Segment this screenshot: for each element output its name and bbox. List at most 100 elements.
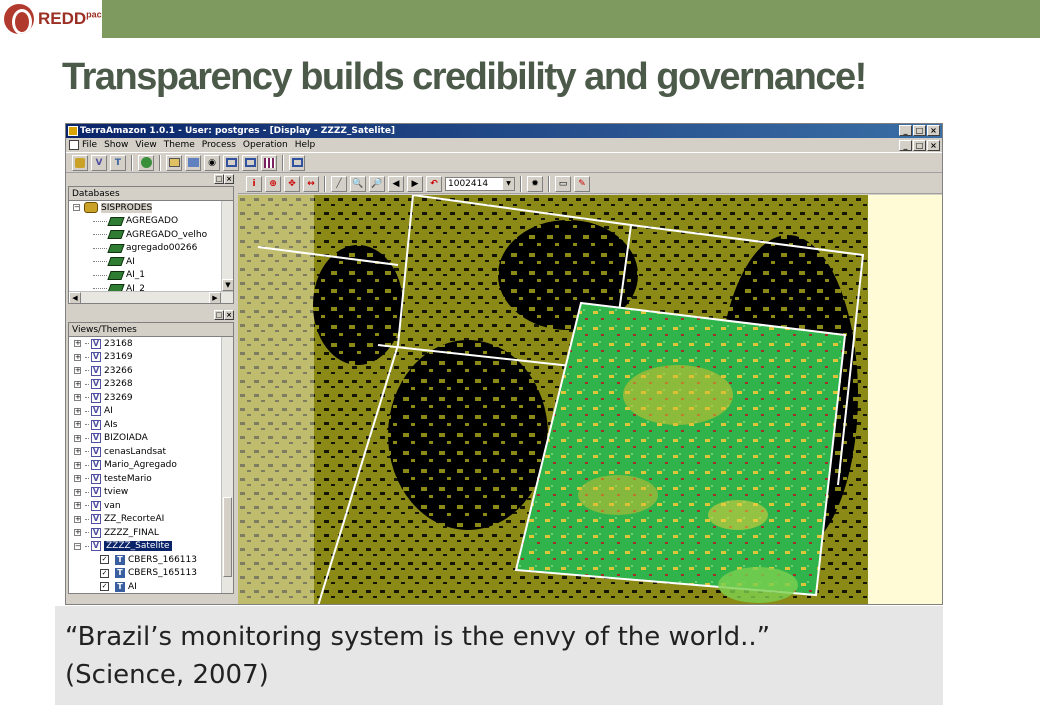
grid-icon[interactable] [185, 154, 201, 171]
theme-t-icon[interactable]: T [110, 154, 126, 171]
tree-row-sisprodes[interactable]: − SISPRODES [73, 201, 233, 215]
back-icon[interactable]: ◀ [388, 175, 404, 192]
panel-restore-button[interactable]: □ [214, 174, 224, 184]
view-item[interactable]: + VtesteMario [74, 472, 233, 486]
tree-row-layer[interactable]: AI_1 [73, 269, 233, 283]
close-button[interactable]: × [927, 125, 940, 136]
doc-close-button[interactable]: × [927, 140, 940, 151]
draw-line-icon[interactable]: ╱ [331, 175, 347, 192]
expand-icon[interactable]: + [74, 353, 81, 361]
view-item[interactable]: + VcenasLandsat [74, 445, 233, 459]
view-item[interactable]: + V 23266 [74, 364, 233, 378]
table-icon[interactable] [166, 154, 182, 171]
view-v-icon[interactable]: V [91, 154, 107, 171]
view-item[interactable]: + V AI [74, 405, 233, 419]
document-icon[interactable] [69, 140, 79, 150]
expand-icon[interactable]: + [74, 475, 81, 483]
view-item[interactable]: + V 23268 [74, 378, 233, 392]
collapse-icon[interactable]: − [73, 204, 80, 212]
database-icon[interactable] [72, 154, 88, 171]
panel-restore-button[interactable]: □ [214, 310, 224, 320]
expand-icon[interactable]: + [74, 529, 81, 537]
theme-checkbox[interactable]: ✓ [100, 568, 109, 578]
window-titlebar[interactable]: TerraAmazon 1.0.1 - User: postgres - [Di… [66, 124, 942, 138]
window2-icon[interactable] [242, 154, 258, 171]
scroll-thumb[interactable] [223, 497, 232, 577]
view-item[interactable]: + V BIZOIADA [74, 432, 233, 446]
databases-horizontal-scrollbar[interactable]: ◀ ▶ [69, 291, 233, 303]
menu-process[interactable]: Process [202, 140, 236, 150]
menu-file[interactable]: File [82, 140, 97, 150]
undo-icon[interactable]: ↶ [426, 175, 442, 192]
expand-icon[interactable]: + [74, 502, 81, 510]
expand-icon[interactable]: + [74, 448, 81, 456]
expand-icon[interactable]: − [74, 542, 81, 550]
tree-row-layer[interactable]: agregado00266 [73, 242, 233, 256]
scroll-left-arrow[interactable]: ◀ [69, 292, 81, 303]
distance-icon[interactable]: ↔ [303, 175, 319, 192]
map-canvas[interactable] [238, 195, 942, 604]
view-item[interactable]: + V 23269 [74, 391, 233, 405]
expand-icon[interactable]: + [74, 340, 81, 348]
database-icon [84, 202, 98, 214]
view-item[interactable]: + V Mario_Agregado [74, 459, 233, 473]
zoom-out-icon[interactable]: 🔎 [369, 175, 385, 192]
expand-icon[interactable]: + [74, 434, 81, 442]
expand-icon[interactable]: + [74, 515, 81, 523]
scale-combobox[interactable]: 1002414 [445, 176, 515, 191]
expand-icon[interactable]: + [74, 394, 81, 402]
window-icon[interactable] [223, 154, 239, 171]
pan-icon[interactable]: ✥ [284, 175, 300, 192]
view-item[interactable]: − V ZZZZ_Satelite [74, 540, 233, 554]
columns-icon[interactable] [261, 154, 277, 171]
theme-item[interactable]: ✓ T CBERS_165113 [74, 567, 233, 581]
expand-icon[interactable]: + [74, 367, 81, 375]
view-item[interactable]: + V ZZ_RecorteAI [74, 513, 233, 527]
menu-theme[interactable]: Theme [164, 140, 195, 150]
info-icon[interactable]: i [246, 175, 262, 192]
panel-close-button[interactable]: × [224, 174, 234, 184]
globe-icon[interactable] [138, 154, 154, 171]
theme-item[interactable]: ✓ T CBERS_166113 [74, 553, 233, 567]
expand-icon[interactable]: + [74, 461, 81, 469]
edit-icon[interactable]: ✎ [574, 175, 590, 192]
view-item[interactable]: + V 23168 [74, 337, 233, 351]
view-item[interactable]: + Vtview [74, 486, 233, 500]
views-vertical-scrollbar[interactable] [221, 337, 233, 593]
expand-icon[interactable]: + [74, 380, 81, 388]
forward-icon[interactable]: ▶ [407, 175, 423, 192]
menu-show[interactable]: Show [104, 140, 128, 150]
eye-icon[interactable]: ◉ [204, 154, 220, 171]
tree-row-layer[interactable]: AGREGADO [73, 215, 233, 229]
doc-minimize-button[interactable]: _ [899, 140, 912, 151]
view-item[interactable]: + V 23169 [74, 351, 233, 365]
scroll-down-arrow[interactable]: ▼ [222, 279, 233, 291]
scroll-right-arrow[interactable]: ▶ [209, 292, 221, 303]
expand-icon[interactable]: + [74, 488, 81, 496]
pointer-icon[interactable]: ⊕ [265, 175, 281, 192]
ruler-icon[interactable]: ▭ [555, 175, 571, 192]
tree-row-layer[interactable]: AGREGADO_velho [73, 228, 233, 242]
view-item[interactable]: + V AIs [74, 418, 233, 432]
view-item[interactable]: + Vvan [74, 499, 233, 513]
minimize-button[interactable]: _ [899, 125, 912, 136]
view-item[interactable]: + V ZZZZ_FINAL [74, 526, 233, 540]
menu-help[interactable]: Help [295, 140, 316, 150]
tree-row-layer[interactable]: AI [73, 255, 233, 269]
panel-icon[interactable] [289, 154, 305, 171]
settings-icon[interactable]: ✹ [527, 175, 543, 192]
zoom-in-icon[interactable]: 🔍 [350, 175, 366, 192]
expand-icon[interactable]: + [74, 407, 81, 415]
main-toolbar: V T ◉ [66, 153, 942, 173]
expand-icon[interactable]: + [74, 421, 81, 429]
theme-checkbox[interactable]: ✓ [100, 555, 109, 565]
menu-operation[interactable]: Operation [243, 140, 288, 150]
menu-view[interactable]: View [135, 140, 156, 150]
theme-item[interactable]: ✓ T AI [74, 580, 233, 593]
panel-close-button[interactable]: × [224, 310, 234, 320]
maximize-button[interactable]: □ [913, 125, 926, 136]
databases-vertical-scrollbar[interactable]: ▼ [221, 201, 233, 291]
theme-checkbox[interactable]: ✓ [100, 582, 109, 592]
doc-restore-button[interactable]: □ [913, 140, 926, 151]
map-svg[interactable] [238, 195, 942, 604]
